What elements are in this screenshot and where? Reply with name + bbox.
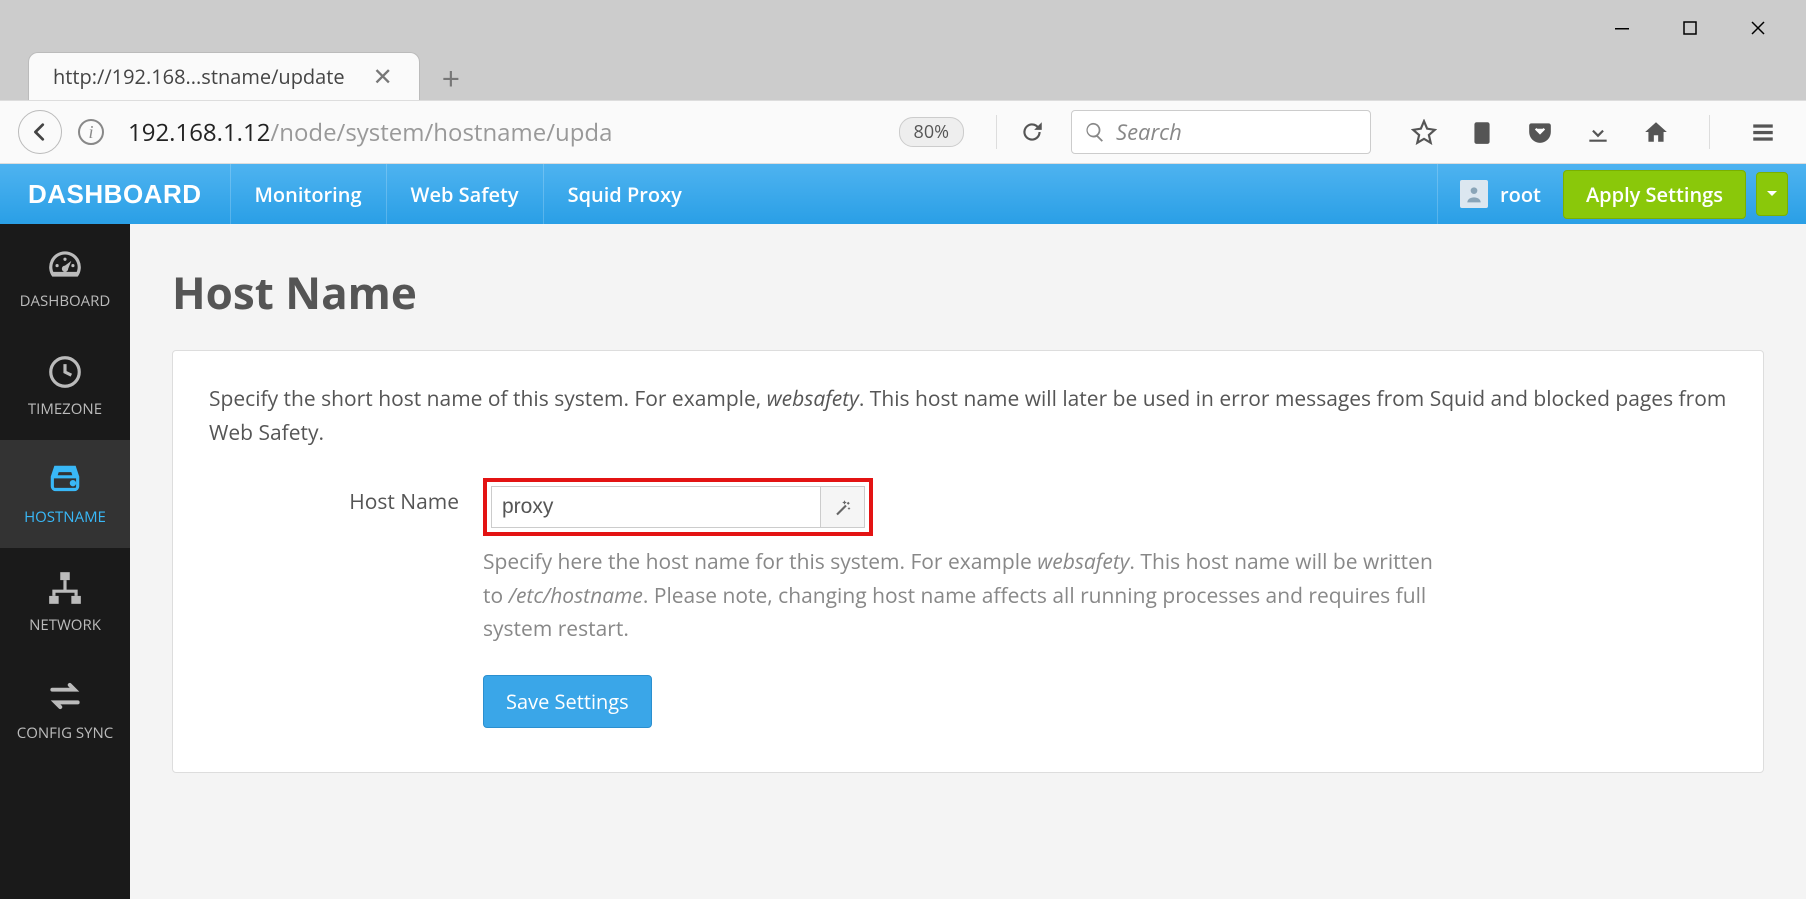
sidebar-item-label: CONFIG SYNC [17,723,114,743]
apply-settings-dropdown[interactable] [1756,172,1788,216]
bookmark-star-icon[interactable] [1409,117,1439,147]
sidebar-item-label: NETWORK [29,615,101,635]
reload-button[interactable] [1017,117,1047,147]
browser-navbar: i 192.168.1.12/node/system/hostname/upda… [0,100,1806,164]
sidebar-item-hostname[interactable]: HOSTNAME [0,440,130,548]
user-menu[interactable]: root [1437,164,1563,224]
zoom-badge[interactable]: 80% [899,117,964,147]
page-title: Host Name [172,262,1764,322]
clock-icon [46,353,84,391]
home-icon[interactable] [1641,117,1671,147]
url-bar[interactable]: 192.168.1.12/node/system/hostname/upda [120,110,889,154]
sidebar-item-network[interactable]: NETWORK [0,548,130,656]
close-tab-button[interactable]: ✕ [365,58,401,95]
sidebar-item-timezone[interactable]: TIMEZONE [0,332,130,440]
site-info-icon[interactable]: i [78,119,104,145]
clipboard-icon[interactable] [1467,117,1497,147]
divider [996,115,997,149]
divider [1709,115,1710,149]
tab-title: http://192.168...stname/update [53,63,345,90]
new-tab-button[interactable]: + [420,57,482,100]
user-name: root [1500,181,1541,208]
nav-squid-proxy[interactable]: Squid Proxy [543,164,706,224]
sidebar-item-label: TIMEZONE [28,399,102,419]
sidebar: DASHBOARD TIMEZONE HOSTNAME NETWORK CONF… [0,224,130,899]
panel-description: Specify the short host name of this syst… [209,383,1727,450]
hostname-panel: Specify the short host name of this syst… [172,350,1764,773]
nav-monitoring[interactable]: Monitoring [230,164,386,224]
magic-wand-button[interactable] [821,486,865,528]
sidebar-item-label: DASHBOARD [20,291,111,311]
menu-icon[interactable] [1748,117,1778,147]
hostname-input[interactable] [491,486,821,528]
downloads-icon[interactable] [1583,117,1613,147]
sidebar-item-dashboard[interactable]: DASHBOARD [0,224,130,332]
gauge-icon [46,245,84,283]
close-window-button[interactable] [1738,14,1778,42]
save-settings-button[interactable]: Save Settings [483,675,652,728]
pocket-icon[interactable] [1525,117,1555,147]
nav-web-safety[interactable]: Web Safety [386,164,543,224]
search-bar[interactable]: Search [1071,110,1371,154]
avatar-icon [1460,180,1488,208]
maximize-button[interactable] [1670,14,1710,42]
drive-icon [46,461,84,499]
apply-settings-button[interactable]: Apply Settings [1563,170,1746,219]
content-area: Host Name Specify the short host name of… [130,224,1806,899]
brand[interactable]: DASHBOARD [0,179,230,210]
search-placeholder: Search [1116,117,1182,147]
back-button[interactable] [18,110,62,154]
sitemap-icon [46,569,84,607]
minimize-button[interactable] [1602,14,1642,42]
browser-tab[interactable]: http://192.168...stname/update ✕ [28,52,420,100]
app-topnav: DASHBOARD Monitoring Web Safety Squid Pr… [0,164,1806,224]
hostname-label: Host Name [209,478,459,516]
hostname-input-highlight [483,478,873,536]
tab-bar: http://192.168...stname/update ✕ + [0,46,1806,100]
sidebar-item-config-sync[interactable]: CONFIG SYNC [0,656,130,764]
exchange-icon [46,677,84,715]
field-help: Specify here the host name for this syst… [483,546,1453,647]
sidebar-item-label: HOSTNAME [24,507,106,527]
window-titlebar [0,0,1806,46]
